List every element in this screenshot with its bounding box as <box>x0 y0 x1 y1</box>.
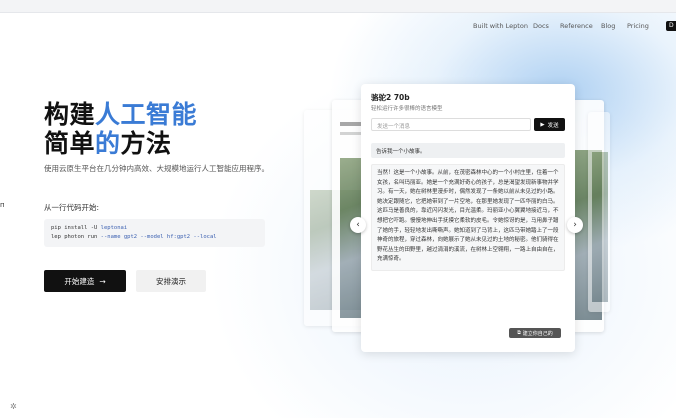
gear-icon[interactable]: ✲ <box>10 402 17 411</box>
start-building-button[interactable]: 开始建造 → <box>44 270 126 292</box>
carousel-card-right-far <box>588 112 610 312</box>
carousel-next-button[interactable]: › <box>567 217 583 233</box>
code-snippet[interactable]: pip install -U leptonai lep photon run -… <box>44 219 265 247</box>
send-icon: ▶ <box>540 121 545 128</box>
code-cmd: lep photon run <box>51 234 98 240</box>
nav-pricing[interactable]: Pricing <box>627 22 649 30</box>
nav-built-with-lepton[interactable]: Built with Lepton <box>473 22 528 30</box>
start-building-label: 开始建造 <box>64 276 95 286</box>
nav-docs[interactable]: Docs <box>533 22 549 30</box>
build-your-own-button[interactable]: ⧉ 建立你自己的 <box>509 328 561 338</box>
code-cmd: pip install -U <box>51 225 98 231</box>
user-prompt: 告诉我一个小故事。 <box>371 143 565 158</box>
title-accent: 人工智能 <box>95 100 198 129</box>
chevron-right-icon: › <box>573 220 577 230</box>
code-arg: leptonai <box>100 225 128 231</box>
external-link-icon: ⧉ <box>517 330 521 336</box>
nav-blog[interactable]: Blog <box>601 22 615 30</box>
nav-dashboard-button[interactable]: D <box>666 21 676 31</box>
top-nav: Built with Lepton Docs Reference Blog Pr… <box>0 21 676 34</box>
message-input[interactable]: 发送一个消息 <box>371 118 531 131</box>
browser-top-strip <box>0 0 676 13</box>
page-title: 构建人工智能 简单的方法 <box>44 100 197 158</box>
edge-cut-text: п <box>0 201 5 209</box>
send-label: 发送 <box>547 122 559 129</box>
code-label: 从一行代码开始: <box>44 203 100 212</box>
model-answer: 当然！这是一个小故事。从前，在茂密森林中心的一个小村庄里，住着一个女孩，名叫玛丽… <box>371 164 565 271</box>
nav-reference[interactable]: Reference <box>560 22 593 30</box>
demo-subtitle: 轻松运行许多很棒的语言模型 <box>371 106 443 112</box>
title-part: 方法 <box>120 129 172 158</box>
code-arg: --name gpt2 --model hf:gpt2 --local <box>100 234 217 240</box>
arrow-right-icon: → <box>99 276 106 286</box>
carousel-prev-button[interactable]: ‹ <box>350 217 366 233</box>
card-image <box>592 152 608 302</box>
title-part: 构建 <box>44 100 96 129</box>
demo-title: 骆驼2 70b <box>371 93 410 102</box>
title-accent: 的 <box>95 129 121 158</box>
chevron-left-icon: ‹ <box>356 220 360 230</box>
title-part: 简单 <box>44 129 96 158</box>
build-your-own-label: 建立你自己的 <box>522 330 553 337</box>
hero-subtitle: 使用云原生平台在几分钟内高效、大规模地运行人工智能应用程序。 <box>44 164 269 173</box>
schedule-demo-button[interactable]: 安排演示 <box>136 270 206 292</box>
send-button[interactable]: ▶ 发送 <box>534 118 565 131</box>
demo-card: 骆驼2 70b 轻松运行许多很棒的语言模型 发送一个消息 ▶ 发送 告诉我一个小… <box>361 84 575 352</box>
